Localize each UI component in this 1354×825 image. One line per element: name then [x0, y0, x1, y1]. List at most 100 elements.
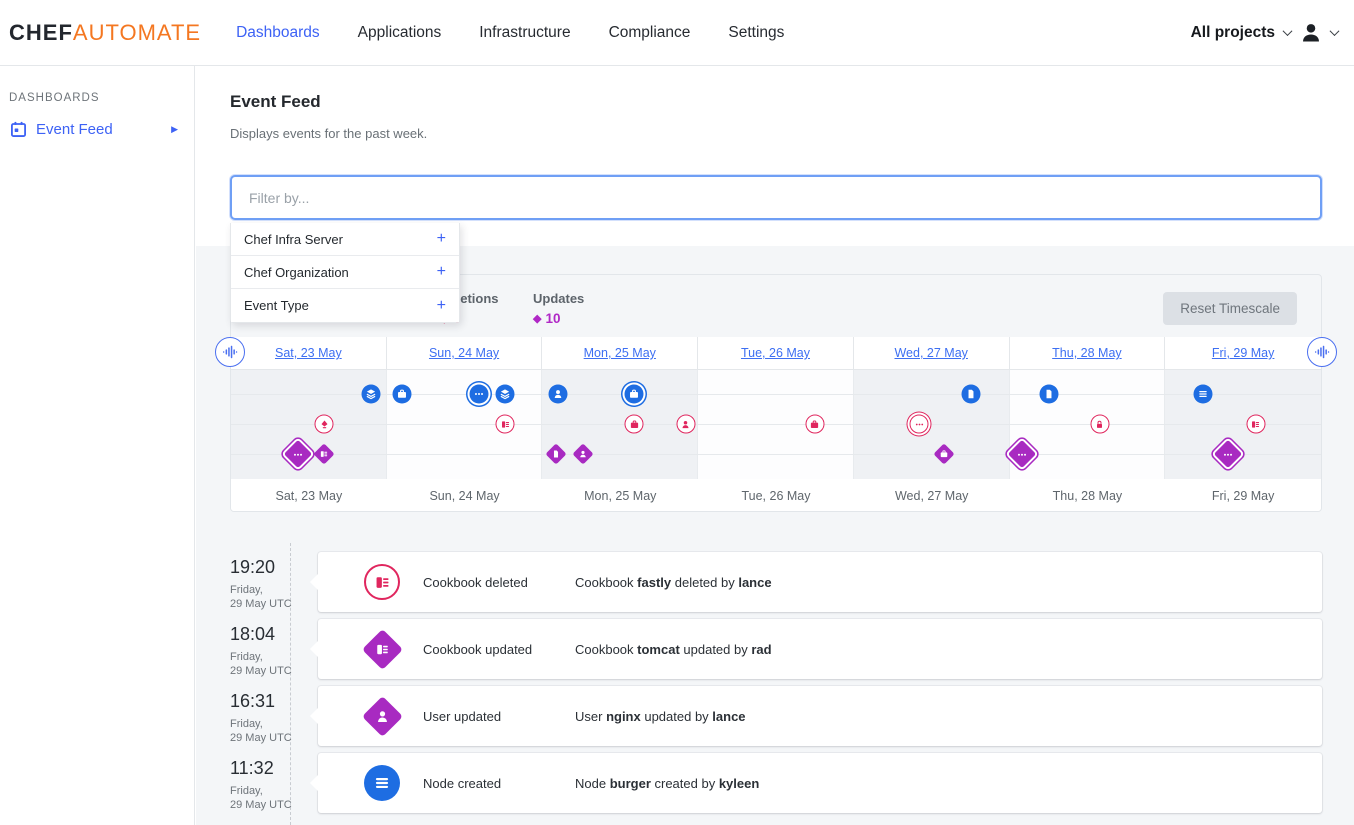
event-user: lance [712, 709, 745, 724]
day-header-cell: Tue, 26 May [698, 337, 854, 370]
ellipsis-icon [1017, 449, 1028, 460]
reset-timescale-button[interactable]: Reset Timescale [1163, 292, 1297, 325]
marker-delete-briefcase[interactable] [625, 415, 644, 434]
event-card: User updatedUser nginx updated by lance [318, 686, 1322, 746]
marker-create-node[interactable] [1039, 385, 1058, 404]
nav-item-compliance[interactable]: Compliance [609, 24, 691, 42]
day-link-sat-23-may[interactable]: Sat, 23 May [275, 346, 342, 360]
marker-create-briefcase[interactable] [393, 385, 412, 404]
event-description: Cookbook tomcat updated by rad [575, 642, 772, 657]
ellipsis-icon [473, 389, 484, 400]
event-time-value: 16:31 [230, 691, 318, 712]
marker-update-briefcase[interactable] [934, 443, 955, 464]
day-link-mon-25-may[interactable]: Mon, 25 May [584, 346, 656, 360]
logo-automate-text: AUTOMATE [73, 20, 201, 45]
event-date: Friday,29 May UTC [230, 785, 318, 812]
filter-input[interactable] [230, 175, 1322, 220]
add-filter-plus-icon[interactable]: + [437, 264, 446, 280]
marker-update-node[interactable] [546, 443, 567, 464]
marker-update-ellipsis[interactable] [1213, 440, 1241, 468]
timeline-axis-labels: Sat, 23 MaySun, 24 MayMon, 25 MayTue, 26… [231, 479, 1321, 512]
filter-option-label: Chef Infra Server [244, 232, 343, 247]
marker-delete-briefcase[interactable] [805, 415, 824, 434]
user-menu-button[interactable] [1300, 22, 1322, 44]
event-description: Cookbook fastly deleted by lance [575, 575, 772, 590]
event-feed-list: 19:20Friday,29 May UTCCookbook deletedCo… [230, 552, 1322, 820]
event-row: 19:20Friday,29 May UTCCookbook deletedCo… [230, 552, 1322, 612]
sidebar-heading: DASHBOARDS [9, 92, 194, 104]
event-user: kyleen [719, 776, 759, 791]
marker-create-person[interactable] [549, 385, 568, 404]
person-icon [553, 389, 564, 400]
sidebar-item-label: Event Feed [36, 121, 113, 138]
day-link-sun-24-may[interactable]: Sun, 24 May [429, 346, 499, 360]
marker-create-node[interactable] [961, 385, 980, 404]
nav-item-settings[interactable]: Settings [728, 24, 784, 42]
nav-right-cluster: All projects [1191, 22, 1338, 44]
filter-option-chef-organization[interactable]: Chef Organization + [231, 256, 459, 289]
person-icon [375, 709, 390, 724]
marker-delete-lock[interactable] [1090, 415, 1109, 434]
marker-create-list[interactable] [1193, 385, 1212, 404]
node-icon [1043, 389, 1054, 400]
event-title: Cookbook updated [423, 642, 575, 657]
marker-create-layers[interactable] [496, 385, 515, 404]
timescale-handle-right[interactable] [1307, 337, 1337, 367]
marker-update-ellipsis[interactable] [284, 440, 312, 468]
briefcase-icon [810, 419, 820, 429]
day-header-cell: Sat, 23 May [231, 337, 387, 370]
page-subtitle: Displays events for the past week. [230, 126, 427, 141]
chevron-down-icon[interactable] [1330, 26, 1340, 36]
nav-item-applications[interactable]: Applications [358, 24, 442, 42]
marker-update-ellipsis[interactable] [1008, 440, 1036, 468]
timeline-body [231, 370, 1321, 479]
day-link-thu-28-may[interactable]: Thu, 28 May [1052, 346, 1121, 360]
lock-icon [1095, 419, 1105, 429]
marker-update-person[interactable] [572, 443, 593, 464]
marker-create-briefcase[interactable] [625, 385, 644, 404]
add-filter-plus-icon[interactable]: + [437, 298, 446, 314]
event-type-icon [361, 628, 402, 669]
day-header-cell: Sun, 24 May [387, 337, 543, 370]
chevron-down-icon[interactable] [1283, 26, 1293, 36]
event-title: Cookbook deleted [423, 575, 575, 590]
marker-update-cookbook[interactable] [314, 443, 335, 464]
cookbook-icon [320, 450, 329, 459]
event-icon-wrap [363, 765, 401, 801]
briefcase-icon [940, 450, 949, 459]
nav-item-dashboards[interactable]: Dashboards [236, 24, 320, 42]
projects-filter-button[interactable]: All projects [1191, 24, 1275, 42]
timescale-handle-left[interactable] [215, 337, 245, 367]
marker-create-ellipsis[interactable] [469, 385, 488, 404]
filter-option-label: Chef Organization [244, 265, 349, 280]
marker-delete-person[interactable] [676, 415, 695, 434]
event-row: 16:31Friday,29 May UTCUser updatedUser n… [230, 686, 1322, 746]
marker-delete-databag[interactable] [315, 415, 334, 434]
marker-delete-cookbook[interactable] [1246, 415, 1265, 434]
chef-automate-logo[interactable]: CHEFAUTOMATE [9, 20, 201, 46]
marker-delete-cookbook[interactable] [496, 415, 515, 434]
event-icon-wrap [363, 635, 401, 664]
event-title: User updated [423, 709, 575, 724]
day-axis-label: Mon, 25 May [542, 479, 698, 512]
day-link-fri-29-may[interactable]: Fri, 29 May [1212, 346, 1275, 360]
ellipsis-icon [1222, 449, 1233, 460]
nav-item-infrastructure[interactable]: Infrastructure [479, 24, 570, 42]
sidebar-item-event-feed[interactable]: Event Feed ▶ [10, 121, 194, 138]
filter-option-event-type[interactable]: Event Type+ [231, 289, 459, 322]
event-card: Cookbook deletedCookbook fastly deleted … [318, 552, 1322, 612]
expand-arrow-icon: ▶ [171, 124, 178, 135]
add-filter-plus-icon[interactable]: + [437, 231, 446, 247]
day-axis-label: Sat, 23 May [231, 479, 387, 512]
marker-delete-ellipsis[interactable] [910, 415, 929, 434]
day-link-wed-27-may[interactable]: Wed, 27 May [894, 346, 967, 360]
cookbook-icon [375, 642, 390, 657]
day-axis-label: Fri, 29 May [1165, 479, 1321, 512]
briefcase-icon [629, 389, 640, 400]
event-card: Cookbook updatedCookbook tomcat updated … [318, 619, 1322, 679]
marker-create-layers[interactable] [362, 385, 381, 404]
day-axis-label: Sun, 24 May [387, 479, 543, 512]
event-time-value: 18:04 [230, 624, 318, 645]
day-link-tue-26-may[interactable]: Tue, 26 May [741, 346, 810, 360]
filter-option-chef-infra-server[interactable]: Chef Infra Server + [231, 223, 459, 256]
